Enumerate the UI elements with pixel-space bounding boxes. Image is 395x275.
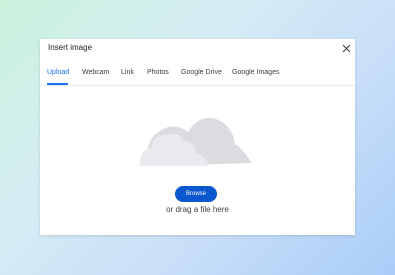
dialog-title: Insert image [48,43,93,52]
cloud-icon [140,117,252,166]
background-frame: Insert image Upload Webcam Link Photos G… [0,0,395,275]
tab-google-images[interactable]: Google Images [232,69,279,76]
browse-button[interactable]: Browse [175,186,217,202]
tab-upload[interactable]: Upload [47,69,69,76]
close-button[interactable] [340,42,352,54]
tab-google-drive[interactable]: Google Drive [181,69,222,76]
insert-image-dialog: Insert image Upload Webcam Link Photos G… [40,39,355,235]
tab-bar: Upload Webcam Link Photos Google Drive G… [40,67,355,86]
active-tab-indicator [47,83,68,85]
tab-link[interactable]: Link [121,69,134,76]
tab-photos[interactable]: Photos [147,69,169,76]
tab-webcam[interactable]: Webcam [82,69,110,76]
drag-drop-hint: or drag a file here [166,205,229,214]
close-icon [342,44,350,52]
